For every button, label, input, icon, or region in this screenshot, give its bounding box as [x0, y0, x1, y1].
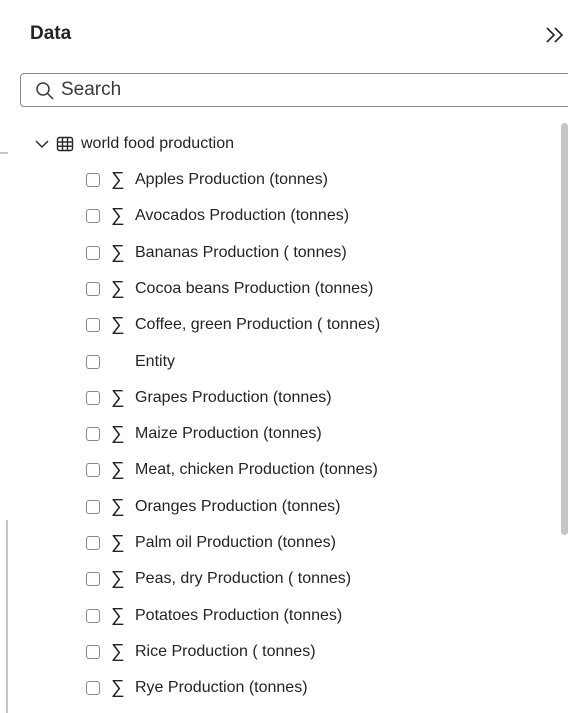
field-label: Avocados Production (tonnes): [135, 207, 350, 224]
field-checkbox[interactable]: [86, 246, 100, 260]
sigma-icon: ∑: [111, 677, 125, 698]
sigma-icon: ∑: [111, 278, 125, 299]
field-row[interactable]: ∑ Maize Production (tonnes): [86, 421, 322, 447]
sigma-icon: ∑: [111, 532, 125, 553]
sigma-icon: ∑: [111, 605, 125, 626]
sigma-icon: ∑: [111, 205, 125, 226]
field-label: Peas, dry Production ( tonnes): [135, 570, 352, 587]
scrollbar-thumb[interactable]: [561, 123, 568, 535]
field-label: Coffee, green Production ( tonnes): [135, 316, 381, 333]
field-label: Cocoa beans Production (tonnes): [135, 280, 374, 297]
sigma-icon: ∑: [111, 387, 125, 408]
field-label: Meat, chicken Production (tonnes): [135, 461, 378, 478]
field-checkbox[interactable]: [86, 391, 100, 405]
field-label: Palm oil Production (tonnes): [135, 534, 336, 551]
field-label: Entity: [135, 353, 176, 370]
field-label: Bananas Production ( tonnes): [135, 244, 347, 261]
field-label: Grapes Production (tonnes): [135, 389, 332, 406]
field-row[interactable]: ∑ Oranges Production (tonnes): [86, 494, 340, 520]
table-node-world-food-production[interactable]: world food production: [34, 131, 234, 157]
field-checkbox[interactable]: [86, 427, 100, 441]
field-row[interactable]: ∑ Bananas Production ( tonnes): [86, 240, 347, 266]
double-chevron-right-icon[interactable]: [542, 22, 568, 48]
field-label: Maize Production (tonnes): [135, 425, 322, 442]
field-checkbox[interactable]: [86, 609, 100, 623]
sigma-icon: ∑: [111, 459, 125, 480]
field-row[interactable]: ∑ Avocados Production (tonnes): [86, 203, 349, 229]
field-checkbox[interactable]: [86, 173, 100, 187]
search-input[interactable]: [61, 77, 561, 103]
field-checkbox[interactable]: [86, 318, 100, 332]
search-box[interactable]: [20, 73, 568, 107]
sigma-icon: ∑: [111, 169, 125, 190]
pane-title: Data: [30, 23, 72, 44]
field-label: Rye Production (tonnes): [135, 679, 308, 696]
field-label: Oranges Production (tonnes): [135, 498, 341, 515]
field-row[interactable]: ∑ Meat, chicken Production (tonnes): [86, 457, 378, 483]
pane-divider: [0, 152, 8, 154]
table-name: world food production: [81, 135, 234, 152]
sigma-icon: ∑: [111, 641, 125, 662]
sigma-icon: ∑: [111, 568, 125, 589]
field-row[interactable]: ∑ Coffee, green Production ( tonnes): [86, 312, 380, 338]
sigma-icon: ∑: [111, 423, 125, 444]
field-checkbox[interactable]: [86, 645, 100, 659]
field-checkbox[interactable]: [86, 681, 100, 695]
field-label: Apples Production (tonnes): [135, 171, 328, 188]
table-icon: [56, 135, 74, 153]
pane-resize-handle[interactable]: [6, 520, 8, 713]
sigma-icon: ∑: [111, 496, 125, 517]
field-row[interactable]: ∑ Rye Production (tonnes): [86, 675, 308, 701]
search-icon: [35, 81, 55, 101]
field-checkbox[interactable]: [86, 463, 100, 477]
sigma-icon: ∑: [111, 314, 125, 335]
field-row[interactable]: ∑ Rice Production ( tonnes): [86, 639, 316, 665]
field-row[interactable]: Entity: [86, 349, 175, 375]
field-row[interactable]: ∑ Potatoes Production (tonnes): [86, 603, 342, 629]
field-checkbox[interactable]: [86, 355, 100, 369]
field-checkbox[interactable]: [86, 572, 100, 586]
field-checkbox[interactable]: [86, 500, 100, 514]
data-pane-header: Data: [30, 18, 568, 54]
field-label: Potatoes Production (tonnes): [135, 607, 343, 624]
chevron-down-icon[interactable]: [34, 136, 50, 152]
field-row[interactable]: ∑ Palm oil Production (tonnes): [86, 530, 336, 556]
field-checkbox[interactable]: [86, 282, 100, 296]
field-checkbox[interactable]: [86, 536, 100, 550]
field-row[interactable]: ∑ Peas, dry Production ( tonnes): [86, 566, 351, 592]
field-checkbox[interactable]: [86, 209, 100, 223]
sigma-icon: ∑: [111, 242, 125, 263]
field-row[interactable]: ∑ Apples Production (tonnes): [86, 167, 328, 193]
field-row[interactable]: ∑ Cocoa beans Production (tonnes): [86, 276, 373, 302]
field-label: Rice Production ( tonnes): [135, 643, 316, 660]
field-row[interactable]: ∑ Grapes Production (tonnes): [86, 385, 332, 411]
